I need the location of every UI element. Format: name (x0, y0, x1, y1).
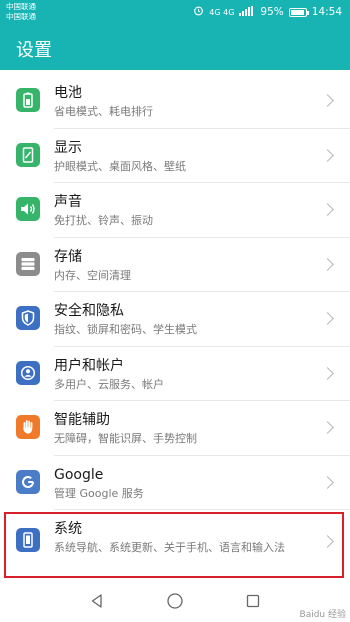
display-icon (16, 142, 40, 167)
settings-item-storage[interactable]: 存储 内存、空间清理 (0, 238, 350, 292)
settings-item-title: 安全和隐私 (54, 303, 124, 319)
home-icon[interactable] (162, 588, 188, 614)
settings-item-subtitle: 省电模式、耗电排行 (54, 105, 153, 118)
chevron-right-icon (321, 475, 334, 489)
phone-icon (16, 528, 40, 552)
settings-item-security-privacy[interactable]: 安全和隐私 指纹、锁屏和密码、学生模式 (0, 292, 350, 347)
network-type-label: 4G 4G (209, 7, 235, 17)
settings-item-subtitle: 管理 Google 服务 (54, 486, 144, 500)
chevron-right-icon (321, 535, 334, 548)
carrier-info: 中国联通 中国联通 (6, 2, 36, 22)
settings-item-system[interactable]: 系统 系统导航、系统更新、关于手机、语言和输入法 (0, 510, 350, 574)
settings-item-subtitle: 护眼模式、桌面风格、壁纸 (54, 159, 186, 173)
settings-item-title: 存储 (54, 248, 82, 265)
recents-icon[interactable] (240, 588, 266, 614)
settings-item-title: 显示 (54, 139, 82, 156)
settings-item-battery[interactable]: 电池 省电模式、耗电排行 (0, 74, 350, 129)
settings-list: 电池 省电模式、耗电排行 显示 护眼模式、桌面风格、壁纸 声音 免打扰、铃声、振… (0, 74, 350, 574)
settings-item-subtitle: 内存、空间清理 (54, 268, 131, 282)
settings-item-subtitle: 无障碍，智能识屏、手势控制 (54, 432, 197, 445)
chevron-right-icon (321, 203, 334, 216)
status-indicators: 4G 4G 95% 14:54 (193, 5, 342, 19)
shield-icon (16, 306, 40, 330)
chevron-right-icon (321, 148, 334, 162)
hand-icon (16, 415, 40, 439)
settings-item-subtitle: 系统导航、系统更新、关于手机、语言和输入法 (54, 541, 285, 554)
carrier-line-2: 中国联通 (6, 12, 36, 21)
battery-percent: 95% (260, 6, 284, 18)
settings-item-smart-assist[interactable]: 智能辅助 无障碍，智能识屏、手势控制 (0, 401, 350, 456)
page-title: 设置 (16, 40, 52, 61)
app-header: 设置 (0, 26, 350, 70)
back-icon[interactable] (84, 588, 110, 614)
settings-item-title: 用户和帐户 (54, 357, 124, 374)
sound-icon (16, 197, 40, 221)
settings-item-subtitle: 指纹、锁屏和密码、学生模式 (54, 323, 197, 336)
settings-item-title: Google (54, 466, 104, 483)
chevron-right-icon (321, 421, 334, 434)
settings-item-display[interactable]: 显示 护眼模式、桌面风格、壁纸 (0, 129, 350, 183)
navigation-bar: Baidu 经验 (0, 580, 350, 622)
google-icon (16, 469, 40, 494)
chevron-right-icon (321, 94, 334, 107)
battery-fill (290, 9, 304, 15)
user-icon (16, 360, 40, 385)
settings-item-subtitle: 免打扰、铃声、振动 (54, 214, 153, 227)
watermark: Baidu 经验 (299, 610, 346, 620)
status-bar: 中国联通 中国联通 4G 4G 95% 14:54 (0, 0, 350, 26)
battery-icon (16, 88, 40, 112)
settings-item-subtitle: 多用户、云服务、帐户 (54, 377, 164, 391)
alarm-icon (193, 5, 204, 19)
chevron-right-icon (321, 312, 334, 325)
carrier-line-1: 中国联通 (6, 2, 36, 11)
storage-icon (16, 251, 40, 276)
settings-item-sound[interactable]: 声音 免打扰、铃声、振动 (0, 183, 350, 238)
battery-indicator-icon (288, 7, 309, 17)
clock: 14:54 (311, 6, 342, 18)
chevron-right-icon (321, 366, 334, 380)
chevron-right-icon (321, 257, 334, 271)
settings-item-title: 智能辅助 (54, 412, 110, 428)
settings-item-title: 系统 (54, 521, 82, 537)
signal-icon (239, 5, 255, 19)
settings-item-users-accounts[interactable]: 用户和帐户 多用户、云服务、帐户 (0, 347, 350, 401)
settings-item-title: 声音 (54, 194, 82, 210)
settings-item-google[interactable]: Google 管理 Google 服务 (0, 456, 350, 510)
settings-item-title: 电池 (54, 85, 82, 101)
